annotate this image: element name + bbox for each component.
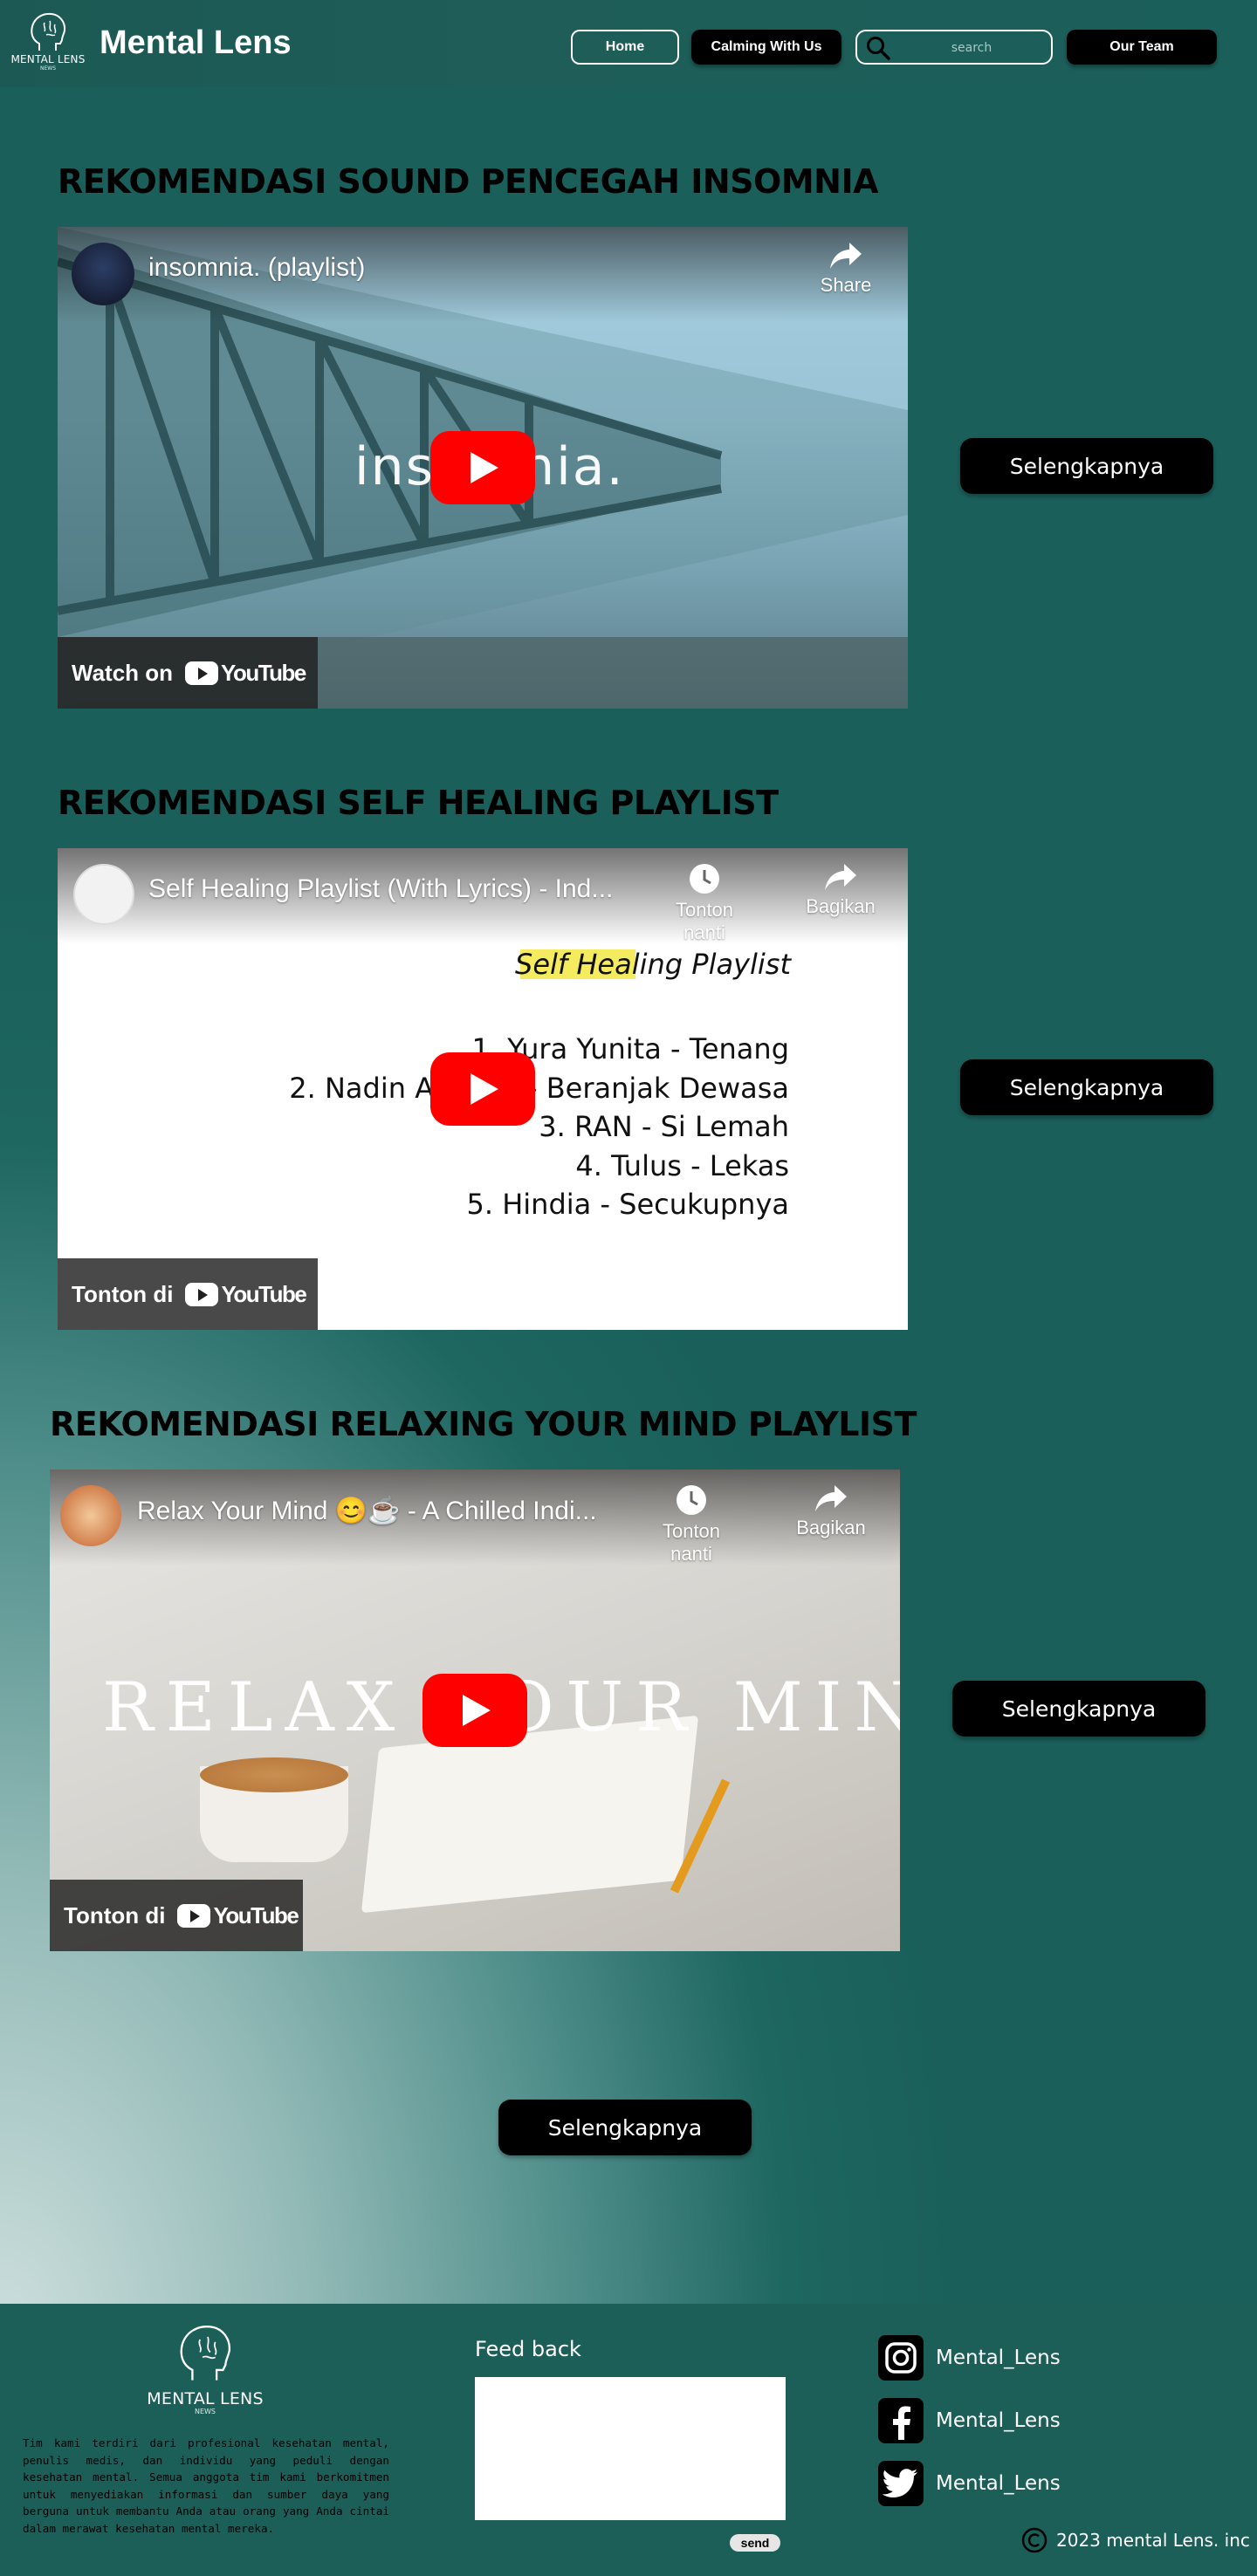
head-brain-icon: [31, 12, 66, 51]
copyright-text: 2023 mental Lens. inc: [1056, 2530, 1250, 2551]
share-icon: [825, 864, 856, 890]
channel-avatar[interactable]: [72, 243, 134, 305]
video-title[interactable]: Relax Your Mind 😊☕ - A Chilled Indi...: [137, 1496, 597, 1526]
top-navigation-bar: MENTAL LENS NEWS Mental Lens Home Calmin…: [0, 0, 1257, 87]
playlist-heading: Self Healing Playlist: [515, 948, 791, 981]
watch-label: Tonton di: [64, 1901, 166, 1929]
more-button-bottom[interactable]: Selengkapnya: [498, 2100, 752, 2155]
feedback-label: Feed back: [475, 2337, 581, 2361]
logo-subtext: NEWS: [39, 65, 57, 72]
watch-on-youtube[interactable]: Tonton di YouTube: [50, 1880, 303, 1951]
watch-on-youtube[interactable]: Tonton di YouTube: [58, 1258, 318, 1330]
social-label: Mental_Lens: [936, 2472, 1061, 2495]
social-label: Mental_Lens: [936, 2409, 1061, 2432]
search-box: [855, 30, 1053, 65]
playlist-item: 1. Yura Yunita - Tenang: [471, 1032, 789, 1065]
instagram-icon: [878, 2335, 924, 2381]
share-icon: [815, 1485, 847, 1511]
watch-on-youtube[interactable]: Watch on YouTube: [58, 637, 318, 709]
share-action[interactable]: Bagikan: [783, 1483, 879, 1539]
more-button-self-healing[interactable]: Selengkapnya: [960, 1059, 1213, 1115]
search-input[interactable]: [896, 35, 1048, 61]
head-brain-icon: [180, 2326, 230, 2381]
video-title[interactable]: Self Healing Playlist (With Lyrics) - In…: [148, 874, 613, 904]
share-icon: [830, 243, 862, 269]
share-action[interactable]: Share: [798, 241, 894, 297]
playlist-item: 5. Hindia - Secukupnya: [466, 1188, 789, 1221]
video-title[interactable]: insomnia. (playlist): [148, 253, 365, 283]
watch-later-label: Tonton nanti: [675, 899, 734, 943]
play-button[interactable]: [430, 431, 535, 504]
share-action[interactable]: Bagikan: [793, 862, 889, 918]
share-label: Share: [820, 274, 872, 296]
share-label: Bagikan: [796, 1517, 866, 1538]
watch-later-action[interactable]: Tonton nanti: [656, 862, 752, 944]
footer-logo-subtext: NEWS: [194, 2408, 216, 2415]
feedback-textarea[interactable]: [475, 2377, 786, 2520]
clock-icon: [690, 864, 719, 894]
clock-icon: [677, 1485, 706, 1515]
copyright-icon: [1021, 2527, 1048, 2553]
channel-avatar[interactable]: [60, 1485, 121, 1546]
youtube-word: YouTube: [213, 1901, 299, 1929]
social-label: Mental_Lens: [936, 2346, 1061, 2369]
footer-logo-text: MENTAL LENS: [147, 2389, 264, 2408]
twitter-icon: [878, 2461, 924, 2506]
footer: MENTAL LENS NEWS Tim kami terdiri dari p…: [0, 2304, 1257, 2576]
watch-later-label: Tonton nanti: [662, 1520, 721, 1565]
video-embed-relaxing[interactable]: RELAX YOUR MIND Relax Your Mind 😊☕ - A C…: [50, 1470, 900, 1951]
social-instagram[interactable]: Mental_Lens: [878, 2335, 1061, 2381]
watch-later-action[interactable]: Tonton nanti: [643, 1483, 739, 1565]
footer-about-text: Tim kami terdiri dari profesional keseha…: [23, 2436, 389, 2535]
facebook-icon: [878, 2398, 924, 2443]
section-title-self-healing: REKOMENDASI SELF HEALING PLAYLIST: [58, 784, 779, 822]
youtube-logo-icon: YouTube: [185, 660, 306, 687]
more-button-relaxing[interactable]: Selengkapnya: [952, 1681, 1205, 1737]
watch-label: Watch on: [72, 659, 174, 686]
section-title-insomnia: REKOMENDASI SOUND PENCEGAH INSOMNIA: [58, 162, 879, 201]
header-logo[interactable]: MENTAL LENS NEWS: [10, 10, 86, 80]
youtube-word: YouTube: [221, 1280, 306, 1307]
feedback-send-button[interactable]: send: [730, 2534, 780, 2552]
playlist-item: 4. Tulus - Lekas: [575, 1148, 789, 1182]
video-embed-self-healing[interactable]: Self Healing Playlist 1. Yura Yunita - T…: [58, 848, 908, 1330]
nav-calming-button[interactable]: Calming With Us: [691, 30, 841, 65]
nav-home-button[interactable]: Home: [571, 30, 679, 65]
play-button[interactable]: [430, 1052, 535, 1126]
channel-avatar[interactable]: [73, 864, 134, 925]
copyright: 2023 mental Lens. inc: [1021, 2527, 1250, 2553]
search-icon[interactable]: [866, 36, 890, 60]
youtube-logo-icon: YouTube: [177, 1901, 299, 1929]
playlist-list: 1. Yura Yunita - Tenang 2. Nadin Amizah …: [289, 1030, 789, 1224]
social-facebook[interactable]: Mental_Lens: [878, 2398, 1061, 2443]
share-label: Bagikan: [806, 895, 876, 917]
watch-label: Tonton di: [72, 1280, 174, 1307]
nav-our-team-button[interactable]: Our Team: [1067, 30, 1217, 65]
footer-logo[interactable]: MENTAL LENS NEWS: [140, 2321, 271, 2415]
brand-title: Mental Lens: [100, 24, 292, 61]
youtube-word: YouTube: [221, 659, 306, 686]
play-button[interactable]: [422, 1674, 527, 1747]
social-twitter[interactable]: Mental_Lens: [878, 2461, 1061, 2506]
youtube-logo-icon: YouTube: [185, 1280, 307, 1308]
section-title-relaxing: REKOMENDASI RELAXING YOUR MIND PLAYLIST: [50, 1405, 917, 1443]
more-button-insomnia[interactable]: Selengkapnya: [960, 438, 1213, 494]
thumbnail-coffee: [200, 1757, 348, 1792]
video-embed-insomnia[interactable]: insomnia. insomnia. (playlist) Share Wat…: [58, 227, 908, 709]
playlist-item: 3. RAN - Si Lemah: [539, 1110, 789, 1143]
playlist-item: 2. Nadin Amizah - Beranjak Dewasa: [289, 1071, 789, 1105]
logo-text: MENTAL LENS: [10, 53, 86, 65]
